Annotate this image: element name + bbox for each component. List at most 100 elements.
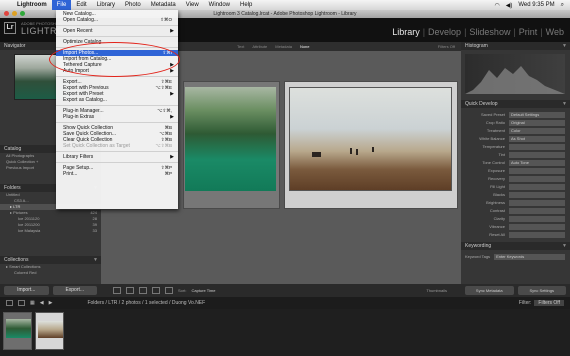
forward-arrow-icon[interactable]: ▶ xyxy=(49,300,53,306)
filters-off-select[interactable]: Filters Off xyxy=(438,44,455,49)
loupe-view-icon[interactable] xyxy=(126,287,134,294)
survey-view-icon[interactable] xyxy=(152,287,160,294)
spotlight-icon[interactable]: ⌕ xyxy=(561,2,564,9)
submenu-arrow-icon: ▶ xyxy=(170,28,174,34)
sync-settings-button[interactable]: Sync Settings xyxy=(517,286,566,295)
filmstrip-thumb-selected[interactable] xyxy=(35,312,64,350)
quick-develop-row: Fill Light xyxy=(465,184,565,190)
menu-separator xyxy=(56,162,178,163)
collection-item[interactable]: Colored Red xyxy=(0,270,101,276)
file-menu-item-open-recent[interactable]: Open Recent ▶ xyxy=(56,28,178,34)
quick-develop-row: Blacks xyxy=(465,192,565,198)
quick-develop-control[interactable]: Auto Tone xyxy=(509,160,565,166)
module-slideshow[interactable]: Slideshow xyxy=(469,27,510,37)
quick-develop-header[interactable]: Quick Develop ▼ xyxy=(461,100,570,108)
folder-item[interactable]: Ice Malaysia 33 xyxy=(0,228,101,234)
filter-metadata[interactable]: Metadata xyxy=(275,44,292,49)
grid-icon[interactable]: ▦ xyxy=(30,300,35,306)
photo-thumbnail-lake[interactable] xyxy=(185,87,276,191)
quick-develop-control[interactable] xyxy=(509,224,565,230)
menu-lightroom[interactable]: Lightroom xyxy=(12,0,52,10)
filter-none[interactable]: None xyxy=(300,44,310,49)
menu-help[interactable]: Help xyxy=(235,0,257,10)
painter-icon[interactable] xyxy=(165,287,173,294)
filmstrip-filter-select[interactable]: Filters Off xyxy=(534,300,564,306)
back-arrow-icon[interactable]: ◀ xyxy=(40,300,44,306)
quick-develop-control[interactable] xyxy=(509,192,565,198)
quick-develop-control[interactable] xyxy=(509,176,565,182)
left-panel-buttons: Import... Export... xyxy=(0,284,101,297)
quick-develop-row: Tone Control Auto Tone xyxy=(465,160,565,166)
quick-develop-control[interactable] xyxy=(509,216,565,222)
file-menu-item-export-as-catalog[interactable]: Export as Catalog... xyxy=(56,97,178,103)
wifi-icon[interactable]: ◠ xyxy=(495,2,500,9)
filmstrip-thumb[interactable] xyxy=(3,312,32,350)
quick-develop-control[interactable]: As Shot xyxy=(509,136,565,142)
menu-file[interactable]: File xyxy=(51,0,72,10)
module-web[interactable]: Web xyxy=(546,27,564,37)
file-menu-item-open-catalog[interactable]: Open Catalog... ⇧⌘O xyxy=(56,17,178,23)
quick-develop-control[interactable] xyxy=(509,152,565,158)
import-button[interactable]: Import... xyxy=(4,286,49,295)
module-print[interactable]: Print xyxy=(519,27,538,37)
close-window-icon[interactable] xyxy=(4,11,9,16)
annotation-circle xyxy=(49,42,180,77)
file-menu-item-plug-in-extras[interactable]: Plug-in Extras ▶ xyxy=(56,114,178,120)
quick-develop-control[interactable] xyxy=(509,200,565,206)
page-1-icon[interactable] xyxy=(6,300,13,306)
zoom-window-icon[interactable] xyxy=(20,11,25,16)
menu-window[interactable]: Window xyxy=(204,0,235,10)
export-button[interactable]: Export... xyxy=(52,286,97,295)
menu-view[interactable]: View xyxy=(181,0,204,10)
source-path[interactable]: Folders / LTR / 2 photos / 1 selected / … xyxy=(87,300,205,306)
keywording-header[interactable]: Keywording ▼ xyxy=(461,242,570,250)
quick-develop-row: Recovery xyxy=(465,176,565,182)
module-develop[interactable]: Develop xyxy=(428,27,461,37)
volume-icon[interactable]: ◀) xyxy=(506,2,513,9)
minimize-window-icon[interactable] xyxy=(12,11,17,16)
menu-library[interactable]: Library xyxy=(92,0,120,10)
shortcut: ⌘P xyxy=(164,171,172,176)
quick-develop-row: Temperature xyxy=(465,144,565,150)
quick-develop-control[interactable] xyxy=(509,144,565,150)
quick-develop-control[interactable] xyxy=(509,232,565,238)
quick-develop-control[interactable] xyxy=(509,184,565,190)
photo-thumbnail-dunes[interactable] xyxy=(289,87,452,191)
right-panel-buttons: Sync Metadata Sync Settings xyxy=(461,284,570,297)
quick-develop-control[interactable]: Original xyxy=(509,120,565,126)
quick-develop-control[interactable]: Default Settings xyxy=(509,112,565,118)
keyword-tags-select[interactable]: Enter Keywords xyxy=(494,254,565,260)
grid-view-icon[interactable] xyxy=(113,287,121,294)
file-menu-item-print[interactable]: Print... ⌘P xyxy=(56,171,178,177)
quick-develop-control[interactable] xyxy=(509,168,565,174)
sync-metadata-button[interactable]: Sync Metadata xyxy=(465,286,514,295)
menu-metadata[interactable]: Metadata xyxy=(146,0,181,10)
menu-separator xyxy=(56,151,178,152)
submenu-arrow-icon: ▶ xyxy=(170,114,174,120)
shortcut: ⇧⌘O xyxy=(160,17,172,22)
menu-photo[interactable]: Photo xyxy=(120,0,146,10)
module-library[interactable]: Library xyxy=(392,27,420,37)
right-panel: Histogram ▼ Quick Develop ▼ Saved Preset De… xyxy=(461,42,570,284)
histogram-header[interactable]: Histogram ▼ xyxy=(461,42,570,50)
shortcut: ⌥⇧⌘B xyxy=(155,143,172,148)
filmstrip-filter: Filter: Filters Off xyxy=(519,300,564,306)
clock[interactable]: Wed 9:35 PM xyxy=(518,2,554,9)
quick-develop-row: Tint xyxy=(465,152,565,158)
sort-select[interactable]: Capture Time xyxy=(191,288,215,293)
compare-view-icon[interactable] xyxy=(139,287,147,294)
quick-develop-control[interactable]: Color xyxy=(509,128,565,134)
filter-attribute[interactable]: Attribute xyxy=(252,44,267,49)
page-2-icon[interactable] xyxy=(18,300,25,306)
apple-menu-icon[interactable] xyxy=(0,0,12,10)
quick-develop-row: Treatment Color xyxy=(465,128,565,134)
sort-label: Sort: xyxy=(178,288,187,293)
filter-text[interactable]: Text xyxy=(237,44,244,49)
thumbnail-size-slider[interactable]: Thumbnails xyxy=(426,288,447,293)
quick-develop-row: Vibrance xyxy=(465,224,565,230)
quick-develop-control[interactable] xyxy=(509,208,565,214)
menu-edit[interactable]: Edit xyxy=(71,0,91,10)
file-menu-item-library-filters[interactable]: Library Filters ▶ xyxy=(56,154,178,160)
quick-develop-row: Clarity xyxy=(465,216,565,222)
collections-header[interactable]: Collections ▼ xyxy=(0,256,101,264)
